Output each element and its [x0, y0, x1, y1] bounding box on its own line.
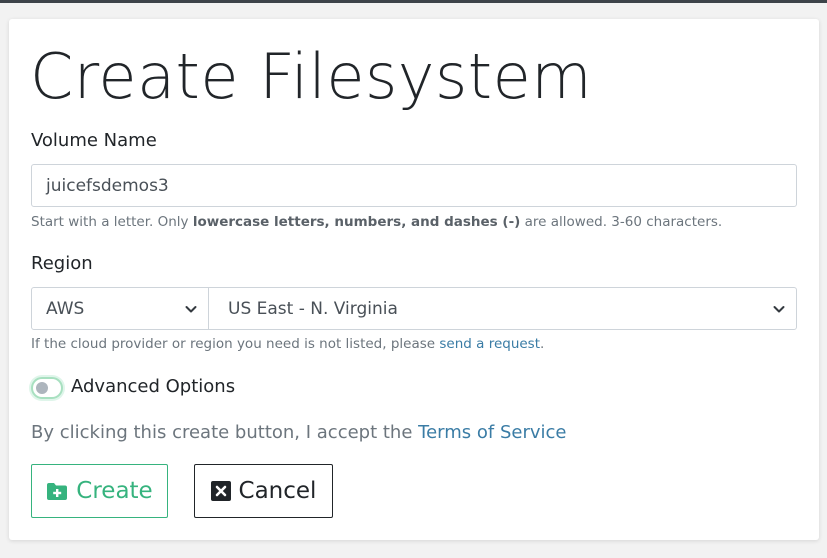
volume-name-input[interactable]: juicefsdemos3: [31, 164, 797, 207]
page-title: Create Filesystem: [30, 40, 593, 113]
send-request-link[interactable]: send a request: [439, 336, 540, 352]
terms-text: By clicking this create button, I accept…: [31, 422, 566, 443]
close-square-icon: [210, 481, 231, 501]
cloud-provider-select[interactable]: AWS: [31, 287, 209, 330]
region-help: If the cloud provider or region you need…: [31, 336, 544, 352]
advanced-options-label[interactable]: Advanced Options: [71, 376, 235, 397]
volume-name-help: Start with a letter. Only lowercase lett…: [31, 214, 722, 230]
top-bar: [0, 0, 827, 3]
volume-name-label: Volume Name: [31, 130, 157, 151]
terms-prefix: By clicking this create button, I accept…: [31, 422, 419, 443]
volume-help-bold: lowercase letters, numbers, and dashes (…: [192, 214, 521, 230]
chevron-down-icon: [185, 306, 197, 313]
region-label: Region: [31, 253, 93, 274]
region-help-suffix: .: [540, 336, 545, 352]
chevron-down-icon: [773, 306, 785, 313]
region-value: US East - N. Virginia: [228, 298, 398, 319]
cancel-button-label: Cancel: [238, 478, 317, 504]
volume-name-value: juicefsdemos3: [46, 175, 169, 196]
folder-plus-icon: [47, 482, 68, 500]
terms-of-service-link[interactable]: Terms of Service: [418, 422, 566, 443]
cloud-provider-value: AWS: [46, 298, 85, 319]
advanced-options-toggle[interactable]: [31, 377, 63, 399]
cancel-button[interactable]: Cancel: [194, 464, 333, 518]
volume-help-suffix: are allowed. 3-60 characters.: [520, 214, 723, 230]
volume-help-prefix: Start with a letter. Only: [31, 214, 193, 230]
create-button[interactable]: Create: [31, 464, 168, 518]
region-help-prefix: If the cloud provider or region you need…: [31, 336, 440, 352]
create-button-label: Create: [76, 478, 153, 504]
region-select[interactable]: US East - N. Virginia: [208, 287, 797, 330]
toggle-knob: [36, 382, 48, 394]
